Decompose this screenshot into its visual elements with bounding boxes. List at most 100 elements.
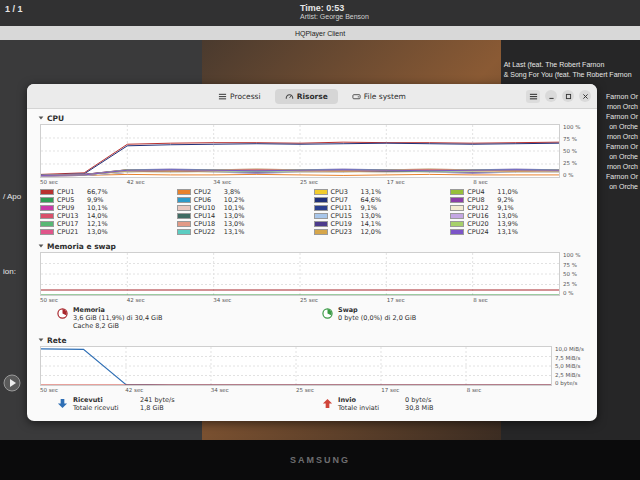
cpu-legend-item: CPU411,0%: [450, 188, 587, 196]
section-header[interactable]: Rete: [37, 334, 587, 346]
color-swatch[interactable]: [177, 221, 191, 227]
grid-line: [41, 284, 559, 285]
window-controls: [416, 90, 591, 103]
now-playing: Time: 0:53Artist: George Benson: [300, 4, 369, 21]
color-swatch[interactable]: [40, 221, 54, 227]
close-button[interactable]: [579, 90, 591, 102]
pie-icon[interactable]: [57, 308, 68, 319]
color-swatch[interactable]: [314, 229, 328, 235]
x-tick: 50 sec: [40, 178, 127, 186]
color-swatch[interactable]: [40, 229, 54, 235]
cpu-legend-item: CPU1314,0%: [40, 212, 177, 220]
gauge-icon: [285, 92, 294, 101]
color-swatch[interactable]: [450, 189, 464, 195]
y-tick: 25 %: [563, 281, 587, 287]
tab-bar: Processi Risorse File system: [208, 89, 416, 104]
network-legend-item: RicevutiTotale ricevuti241 byte/s1,8 GiB: [57, 396, 322, 412]
color-swatch[interactable]: [450, 221, 464, 227]
cpu-legend-item: CPU2413,1%: [450, 228, 587, 236]
color-swatch[interactable]: [40, 205, 54, 211]
page-count: 1 / 1: [5, 4, 300, 14]
color-swatch[interactable]: [450, 197, 464, 203]
color-swatch[interactable]: [177, 229, 191, 235]
color-swatch[interactable]: [314, 205, 328, 211]
cpu-legend: CPU166,7%CPU23,8%CPU313,1%CPU411,0%CPU59…: [37, 188, 587, 236]
grid-line: [41, 138, 559, 139]
menu-button[interactable]: [526, 90, 540, 103]
cpu-line: [41, 170, 559, 176]
x-tick: 42 sec: [127, 178, 214, 186]
grid-line: [41, 164, 559, 165]
x-tick: 34 sec: [213, 296, 300, 304]
memory-line: [41, 294, 559, 295]
y-tick: 7,5 MiB/s: [555, 355, 587, 361]
x-tick: 17 sec: [387, 178, 474, 186]
x-tick: 42 sec: [127, 296, 214, 304]
player-top-bar: 1 / 1Time: 0:53Artist: George Benson: [0, 0, 640, 26]
monitor-bezel: SAMSUNG: [0, 440, 640, 480]
arrow-up-icon[interactable]: [322, 398, 333, 409]
resources-panel: CPU100 %75 %50 %25 %0 %50 sec42 sec34 se…: [27, 109, 597, 421]
grid-line: [41, 366, 551, 367]
y-tick: 75 %: [563, 262, 587, 268]
network-legend-item: InvioTotale inviati0 byte/s30,8 MiB: [322, 396, 587, 412]
y-axis: 100 %75 %50 %25 %0 %: [563, 124, 587, 178]
color-swatch[interactable]: [40, 213, 54, 219]
arrow-down-icon[interactable]: [57, 398, 68, 409]
color-swatch[interactable]: [314, 213, 328, 219]
playlist-item[interactable]: At Last (feat. The Robert Farnon: [501, 60, 640, 70]
color-swatch[interactable]: [450, 229, 464, 235]
tab[interactable]: Risorse: [275, 89, 338, 104]
cpu-line: [41, 170, 559, 176]
cpu-legend-item: CPU1813,0%: [177, 220, 314, 228]
x-tick: 25 sec: [300, 178, 387, 186]
network-chart: 10,0 MiB/s7,5 MiB/s5,0 MiB/s2,5 MiB/s0 b…: [37, 346, 587, 386]
artist-label: Artist: George Benson: [300, 13, 369, 20]
cpu-legend-item: CPU910,1%: [40, 204, 177, 212]
playlist-item[interactable]: & Song For You (feat. The Robert Farnon: [501, 70, 640, 80]
minimize-button[interactable]: [545, 90, 557, 102]
screen: 1 / 1Time: 0:53Artist: George BensonHQPl…: [0, 0, 640, 440]
color-swatch[interactable]: [314, 221, 328, 227]
pie-icon[interactable]: [322, 308, 333, 319]
cpu-line: [41, 170, 559, 176]
cpu-line: [41, 170, 559, 175]
x-tick: 34 sec: [213, 178, 300, 186]
color-swatch[interactable]: [177, 197, 191, 203]
expander-icon: [37, 114, 45, 122]
color-swatch[interactable]: [314, 189, 328, 195]
cpu-line: [41, 174, 559, 176]
x-axis: 50 sec42 sec34 sec25 sec17 sec8 sec: [37, 386, 552, 394]
cpu-legend-item: CPU1914,1%: [314, 220, 451, 228]
memory-legend: Memoria3,6 GiB (11,9%) di 30,4 GiBCache …: [37, 306, 587, 330]
cpu-line: [41, 170, 559, 176]
color-swatch[interactable]: [177, 213, 191, 219]
section-header[interactable]: Memoria e swap: [37, 240, 587, 252]
grid-line: [300, 125, 301, 177]
x-tick: 8 sec: [473, 178, 560, 186]
maximize-button[interactable]: [562, 90, 574, 102]
color-swatch[interactable]: [40, 189, 54, 195]
color-swatch[interactable]: [450, 205, 464, 211]
play-button[interactable]: [3, 374, 21, 392]
tab[interactable]: File system: [342, 89, 416, 104]
memory-chart: 100 %75 %50 %25 %0 %: [37, 252, 587, 296]
grid-line: [41, 274, 559, 275]
tab[interactable]: Processi: [208, 89, 271, 104]
photo-frame: 1 / 1Time: 0:53Artist: George BensonHQPl…: [0, 0, 640, 480]
cpu-line: [41, 170, 559, 175]
color-swatch[interactable]: [40, 197, 54, 203]
cpu-line: [41, 172, 559, 176]
color-swatch[interactable]: [177, 205, 191, 211]
color-swatch[interactable]: [450, 213, 464, 219]
color-swatch[interactable]: [314, 197, 328, 203]
cpu-legend-item: CPU2013,9%: [450, 220, 587, 228]
cpu-chart: 100 %75 %50 %25 %0 %: [37, 124, 587, 178]
section-header[interactable]: CPU: [37, 112, 587, 124]
y-tick: 5,0 MiB/s: [555, 363, 587, 369]
cpu-legend-item: CPU23,8%: [177, 188, 314, 196]
cpu-legend-item: CPU1712,1%: [40, 220, 177, 228]
cpu-legend-item: CPU2312,0%: [314, 228, 451, 236]
color-swatch[interactable]: [177, 189, 191, 195]
y-tick: 0 byte/s: [555, 380, 587, 386]
